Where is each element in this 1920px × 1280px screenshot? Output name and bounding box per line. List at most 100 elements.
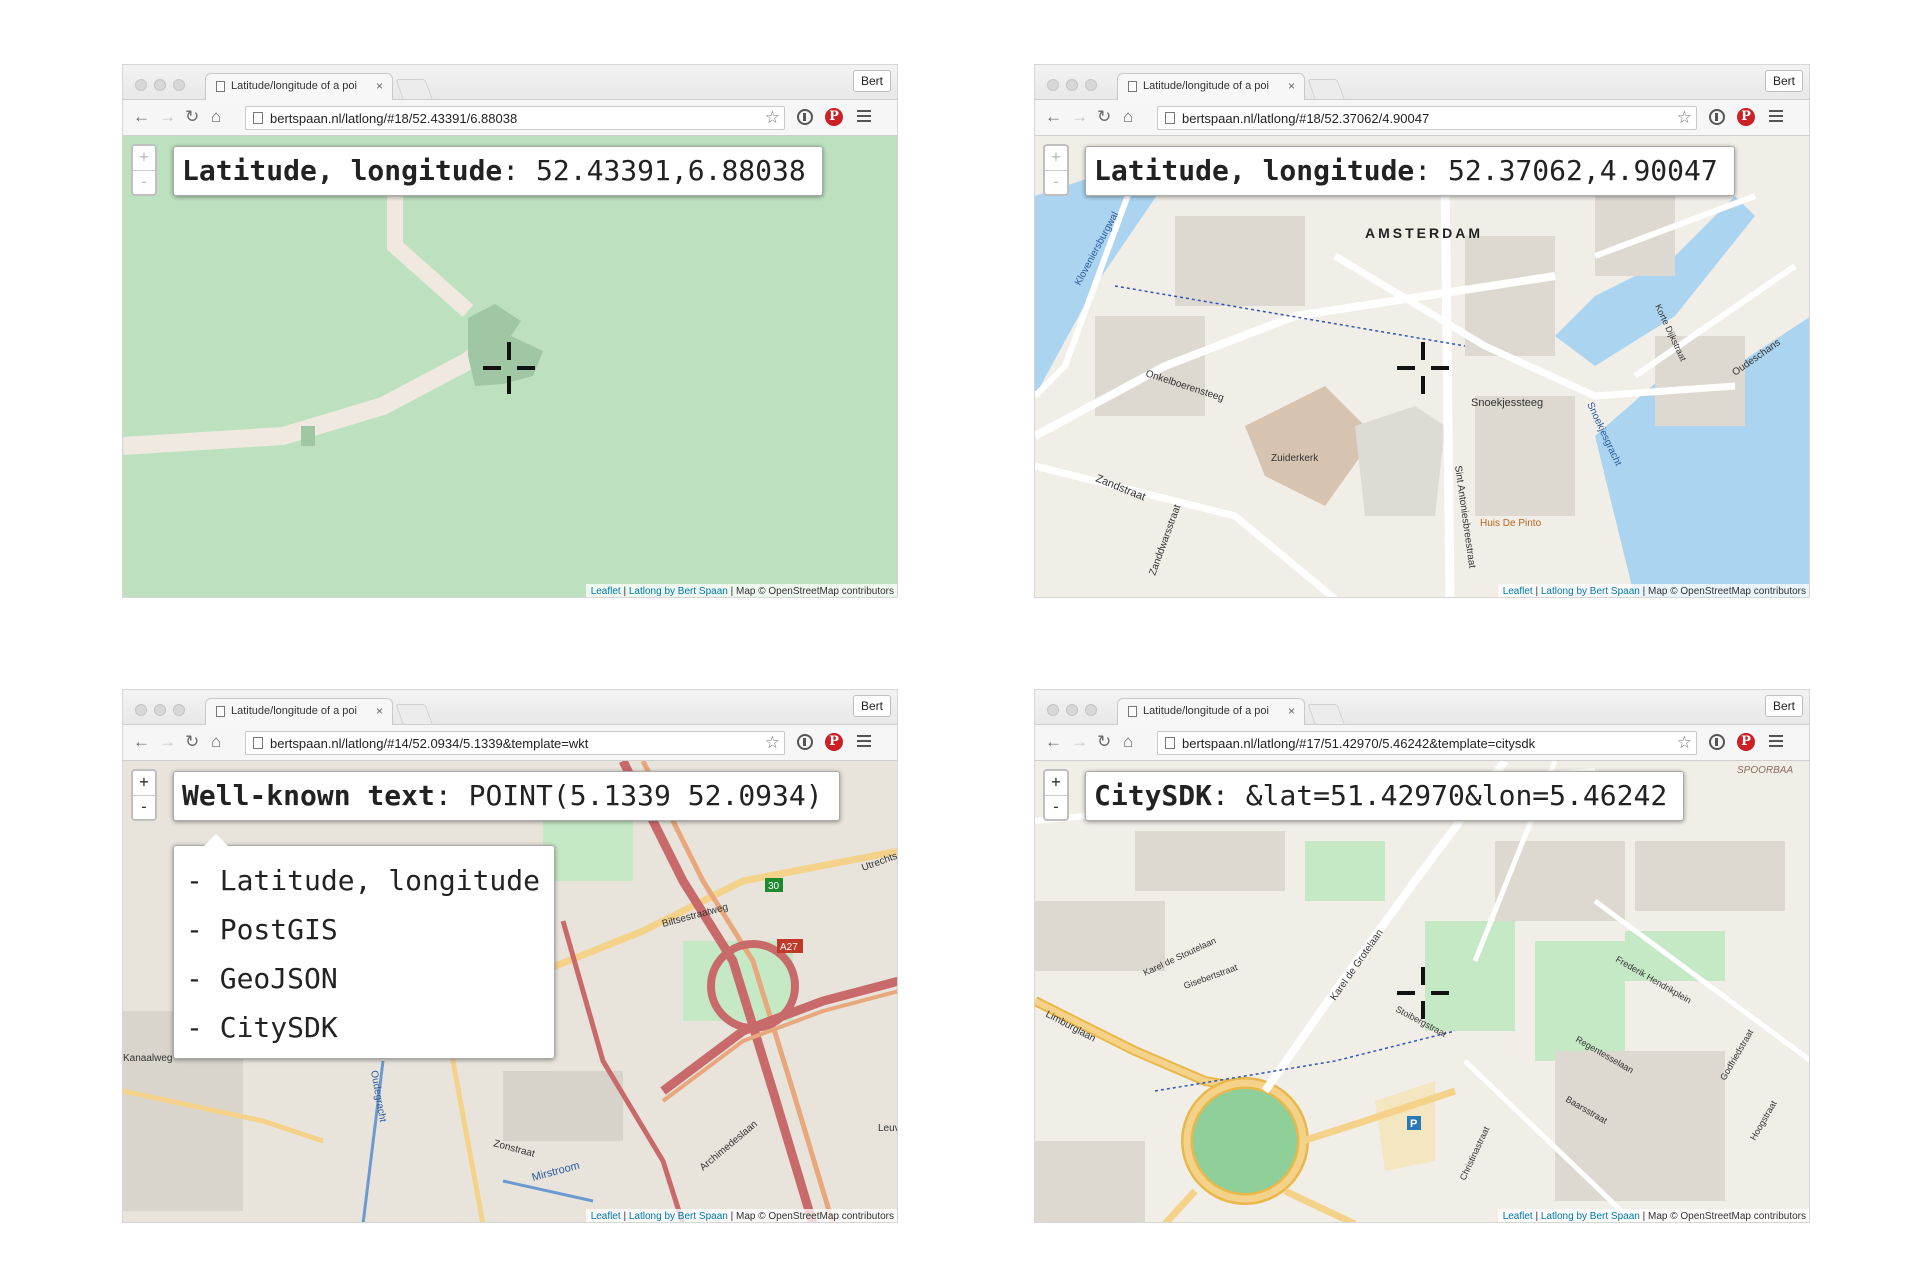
minimize-window-button[interactable] — [1066, 79, 1078, 91]
zoom-window-button[interactable] — [1085, 79, 1097, 91]
template-option-geojson[interactable]: - GeoJSON — [186, 954, 554, 1003]
new-tab-button[interactable] — [1307, 79, 1345, 99]
leaflet-link[interactable]: Leaflet — [1503, 1211, 1533, 1222]
url-text[interactable]: bertspaan.nl/latlong/#17/51.42970/5.4624… — [1182, 736, 1535, 751]
reload-icon[interactable]: ↻ — [185, 108, 199, 126]
address-bar[interactable]: bertspaan.nl/latlong/#17/51.42970/5.4624… — [1157, 731, 1697, 755]
zoom-out-button[interactable]: - — [1045, 796, 1067, 820]
bookmark-star-icon[interactable]: ☆ — [1677, 108, 1692, 128]
close-tab-icon[interactable]: × — [376, 79, 383, 93]
profile-button[interactable]: Bert — [1765, 70, 1803, 92]
menu-icon[interactable] — [857, 735, 871, 750]
url-text[interactable]: bertspaan.nl/latlong/#14/52.0934/5.1339&… — [270, 736, 588, 751]
profile-button[interactable]: Bert — [1765, 695, 1803, 717]
minimize-window-button[interactable] — [154, 704, 166, 716]
zoom-window-button[interactable] — [1085, 704, 1097, 716]
back-icon[interactable]: ← — [133, 733, 150, 751]
forward-icon[interactable]: → — [1071, 108, 1088, 126]
latlong-link[interactable]: Latlong by Bert Spaan — [629, 586, 728, 597]
back-icon[interactable]: ← — [1045, 108, 1062, 126]
map[interactable]: + - Latitude, longitude: 52.43391,6.88038… — [123, 136, 897, 597]
close-window-button[interactable] — [135, 79, 147, 91]
map[interactable]: AMSTERDAM Zuiderkerk Snoekjessteeg Onkel… — [1035, 136, 1809, 597]
address-bar[interactable]: bertspaan.nl/latlong/#18/52.43391/6.8803… — [245, 106, 785, 130]
close-window-button[interactable] — [1047, 79, 1059, 91]
pinterest-icon[interactable]: P — [1737, 733, 1755, 751]
window-controls[interactable] — [1047, 78, 1104, 96]
back-icon[interactable]: ← — [1045, 733, 1062, 751]
menu-icon[interactable] — [1769, 735, 1783, 750]
zoom-out-button[interactable]: - — [133, 796, 155, 820]
zoom-window-button[interactable] — [173, 704, 185, 716]
latlong-link[interactable]: Latlong by Bert Spaan — [1541, 586, 1640, 597]
minimize-window-button[interactable] — [154, 79, 166, 91]
home-icon[interactable]: ⌂ — [1123, 108, 1133, 126]
reload-icon[interactable]: ↻ — [185, 733, 199, 751]
bookmark-star-icon[interactable]: ☆ — [765, 108, 780, 128]
home-icon[interactable]: ⌂ — [211, 733, 221, 751]
window-controls[interactable] — [1047, 703, 1104, 721]
url-text[interactable]: bertspaan.nl/latlong/#18/52.43391/6.8803… — [270, 111, 517, 126]
pinterest-icon[interactable]: P — [825, 733, 843, 751]
window-controls[interactable] — [135, 78, 192, 96]
forward-icon[interactable]: → — [1071, 733, 1088, 751]
map[interactable]: P SPOORBAA Limburglaan Karel de Grotelaa… — [1035, 761, 1809, 1222]
browser-tab[interactable]: Latitude/longitude of a poi × — [1117, 698, 1305, 725]
browser-tab[interactable]: Latitude/longitude of a poi × — [205, 73, 393, 100]
browser-tab[interactable]: Latitude/longitude of a poi × — [1117, 73, 1305, 100]
zoom-window-button[interactable] — [173, 79, 185, 91]
profile-button[interactable]: Bert — [853, 70, 891, 92]
template-option-postgis[interactable]: - PostGIS — [186, 905, 554, 954]
window-controls[interactable] — [135, 703, 192, 721]
url-text[interactable]: bertspaan.nl/latlong/#18/52.37062/4.9004… — [1182, 111, 1429, 126]
forward-icon[interactable]: → — [159, 733, 176, 751]
latlong-link[interactable]: Latlong by Bert Spaan — [1541, 1211, 1640, 1222]
leaflet-link[interactable]: Leaflet — [591, 586, 621, 597]
extension-info-icon[interactable] — [797, 734, 813, 750]
reload-icon[interactable]: ↻ — [1097, 733, 1111, 751]
menu-icon[interactable] — [1769, 110, 1783, 125]
new-tab-button[interactable] — [395, 704, 433, 724]
extension-info-icon[interactable] — [1709, 734, 1725, 750]
bookmark-star-icon[interactable]: ☆ — [765, 733, 780, 753]
home-icon[interactable]: ⌂ — [1123, 733, 1133, 751]
pinterest-icon[interactable]: P — [825, 108, 843, 126]
zoom-out-button[interactable]: - — [1045, 171, 1067, 195]
map[interactable]: 30 A27 Biltsestraatweg Utrechts Oudegrac… — [123, 761, 897, 1222]
minimize-window-button[interactable] — [1066, 704, 1078, 716]
latlong-link[interactable]: Latlong by Bert Spaan — [629, 1211, 728, 1222]
address-bar[interactable]: bertspaan.nl/latlong/#14/52.0934/5.1339&… — [245, 731, 785, 755]
leaflet-link[interactable]: Leaflet — [591, 1211, 621, 1222]
new-tab-button[interactable] — [1307, 704, 1345, 724]
leaflet-link[interactable]: Leaflet — [1503, 586, 1533, 597]
template-option-citysdk[interactable]: - CitySDK — [186, 1003, 554, 1052]
coordinate-display[interactable]: Latitude, longitude: 52.37062,4.90047 — [1085, 146, 1735, 196]
zoom-in-button[interactable]: + — [133, 771, 155, 796]
back-icon[interactable]: ← — [133, 108, 150, 126]
pinterest-icon[interactable]: P — [1737, 108, 1755, 126]
close-tab-icon[interactable]: × — [376, 704, 383, 718]
close-tab-icon[interactable]: × — [1288, 704, 1295, 718]
template-option-latlong[interactable]: - Latitude, longitude — [186, 856, 554, 905]
coordinate-display[interactable]: CitySDK: &lat=51.42970&lon=5.46242 — [1085, 771, 1685, 821]
reload-icon[interactable]: ↻ — [1097, 108, 1111, 126]
close-tab-icon[interactable]: × — [1288, 79, 1295, 93]
bookmark-star-icon[interactable]: ☆ — [1677, 733, 1692, 753]
address-bar[interactable]: bertspaan.nl/latlong/#18/52.37062/4.9004… — [1157, 106, 1697, 130]
zoom-in-button[interactable]: + — [133, 146, 155, 171]
home-icon[interactable]: ⌂ — [211, 108, 221, 126]
zoom-in-button[interactable]: + — [1045, 146, 1067, 171]
coordinate-display[interactable]: Well-known text: POINT(5.1339 52.0934) — [173, 771, 840, 821]
zoom-in-button[interactable]: + — [1045, 771, 1067, 796]
browser-tab[interactable]: Latitude/longitude of a poi × — [205, 698, 393, 725]
forward-icon[interactable]: → — [159, 108, 176, 126]
new-tab-button[interactable] — [395, 79, 433, 99]
profile-button[interactable]: Bert — [853, 695, 891, 717]
menu-icon[interactable] — [857, 110, 871, 125]
close-window-button[interactable] — [1047, 704, 1059, 716]
close-window-button[interactable] — [135, 704, 147, 716]
extension-info-icon[interactable] — [797, 109, 813, 125]
coordinate-display[interactable]: Latitude, longitude: 52.43391,6.88038 — [173, 146, 823, 196]
zoom-out-button[interactable]: - — [133, 171, 155, 195]
extension-info-icon[interactable] — [1709, 109, 1725, 125]
